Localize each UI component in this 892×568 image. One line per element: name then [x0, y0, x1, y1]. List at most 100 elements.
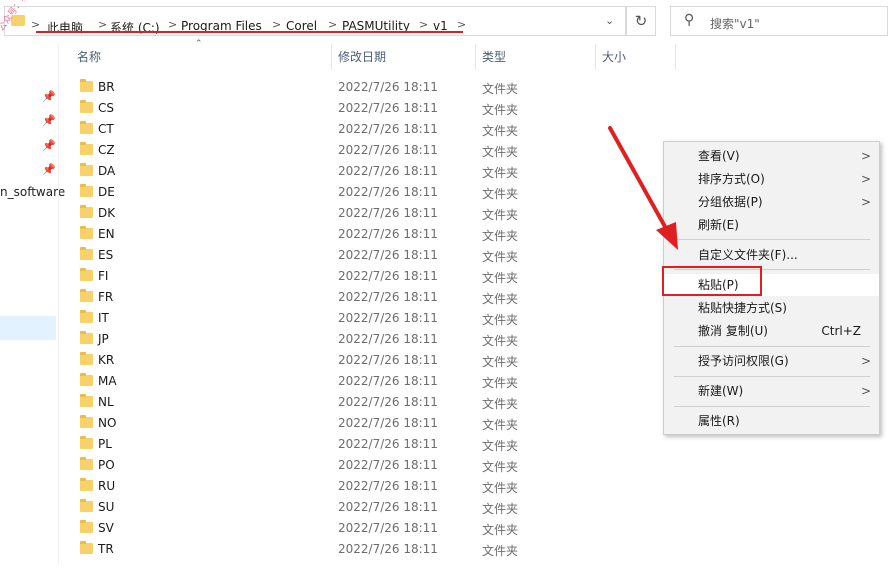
file-row[interactable]: NL 2022/7/26 18:11 文件夹 — [60, 392, 620, 413]
file-row[interactable]: CT 2022/7/26 18:11 文件夹 — [60, 119, 620, 140]
file-name: FR — [98, 290, 114, 304]
breadcrumb-system-c[interactable]: 系统 (C:) — [110, 19, 160, 36]
folder-icon — [80, 79, 93, 92]
file-date: 2022/7/26 18:11 — [338, 521, 438, 535]
menu-item-view[interactable]: 查看(V) > — [664, 145, 879, 167]
file-date: 2022/7/26 18:11 — [338, 101, 438, 115]
menu-item-sort-by[interactable]: 排序方式(O) > — [664, 168, 879, 190]
folder-icon — [80, 394, 93, 407]
file-row[interactable]: IT 2022/7/26 18:11 文件夹 — [60, 308, 620, 329]
menu-item-new[interactable]: 新建(W) > — [664, 380, 879, 402]
chevron-right-icon[interactable]: > — [328, 18, 337, 31]
file-name: SU — [98, 500, 115, 514]
file-row[interactable]: DA 2022/7/26 18:11 文件夹 — [60, 161, 620, 182]
file-row[interactable]: PO 2022/7/26 18:11 文件夹 — [60, 455, 620, 476]
column-header-size[interactable]: 大小 — [602, 44, 626, 70]
menu-item-refresh[interactable]: 刷新(E) — [664, 214, 879, 236]
file-row[interactable]: KR 2022/7/26 18:11 文件夹 — [60, 350, 620, 371]
menu-item-give-access[interactable]: 授予访问权限(G) > — [664, 350, 879, 372]
file-date: 2022/7/26 18:11 — [338, 542, 438, 556]
pin-icon: 📌 — [42, 163, 56, 176]
chevron-right-icon[interactable]: > — [457, 18, 466, 31]
file-date: 2022/7/26 18:11 — [338, 332, 438, 346]
folder-icon — [80, 436, 93, 449]
history-dropdown-icon[interactable]: ⌄ — [605, 14, 614, 27]
column-header-name[interactable]: 名称 — [77, 44, 101, 70]
column-divider[interactable] — [331, 44, 332, 70]
file-row[interactable]: CZ 2022/7/26 18:11 文件夹 — [60, 140, 620, 161]
file-row[interactable]: NO 2022/7/26 18:11 文件夹 — [60, 413, 620, 434]
file-date: 2022/7/26 18:11 — [338, 143, 438, 157]
chevron-right-icon: > — [860, 172, 871, 186]
file-type: 文件夹 — [482, 355, 519, 369]
file-row[interactable]: DK 2022/7/26 18:11 文件夹 — [60, 203, 620, 224]
breadcrumb-this-pc[interactable]: 此电脑 — [47, 19, 83, 36]
refresh-button[interactable]: ↻ — [626, 6, 656, 36]
menu-item-properties[interactable]: 属性(R) — [664, 410, 879, 432]
folder-icon — [80, 352, 93, 365]
chevron-right-icon[interactable]: > — [272, 18, 281, 31]
folder-icon — [80, 268, 93, 281]
file-date: 2022/7/26 18:11 — [338, 164, 438, 178]
file-type: 文件夹 — [482, 481, 519, 495]
file-name: NO — [98, 416, 117, 430]
menu-item-undo-copy[interactable]: 撤消 复制(U) Ctrl+Z — [664, 320, 879, 342]
file-date: 2022/7/26 18:11 — [338, 437, 438, 451]
column-header-type[interactable]: 类型 — [482, 44, 506, 70]
file-row[interactable]: RU 2022/7/26 18:11 文件夹 — [60, 476, 620, 497]
file-name: PL — [98, 437, 112, 451]
file-type: 文件夹 — [482, 460, 519, 474]
file-type: 文件夹 — [482, 334, 519, 348]
file-name: DE — [98, 185, 115, 199]
chevron-right-icon[interactable]: > — [419, 18, 428, 31]
file-row[interactable]: BR 2022/7/26 18:11 文件夹 — [60, 77, 620, 98]
file-name: CT — [98, 122, 114, 136]
menu-item-customize-folder[interactable]: 自定义文件夹(F)... — [664, 244, 879, 266]
chevron-right-icon[interactable]: > — [168, 18, 177, 31]
file-name: JP — [98, 332, 109, 346]
file-name: EN — [98, 227, 115, 241]
column-header-date[interactable]: 修改日期 — [338, 44, 386, 70]
search-box[interactable]: ⚲ 搜索"v1" — [670, 6, 888, 36]
file-date: 2022/7/26 18:11 — [338, 374, 438, 388]
annotation-underline — [36, 31, 463, 33]
file-name: CS — [98, 101, 114, 115]
annotation-highlight-box — [662, 266, 762, 296]
file-name: SV — [98, 521, 114, 535]
file-row[interactable]: MA 2022/7/26 18:11 文件夹 — [60, 371, 620, 392]
file-date: 2022/7/26 18:11 — [338, 416, 438, 430]
file-row[interactable]: FI 2022/7/26 18:11 文件夹 — [60, 266, 620, 287]
column-divider[interactable] — [595, 44, 596, 70]
menu-item-paste-shortcut[interactable]: 粘贴快捷方式(S) — [664, 297, 879, 319]
file-date: 2022/7/26 18:11 — [338, 269, 438, 283]
file-date: 2022/7/26 18:11 — [338, 206, 438, 220]
file-name: ES — [98, 248, 114, 262]
column-divider[interactable] — [675, 44, 676, 70]
folder-icon — [80, 289, 93, 302]
nav-item-selected[interactable] — [0, 316, 56, 340]
menu-separator — [674, 406, 870, 407]
file-row[interactable]: DE 2022/7/26 18:11 文件夹 — [60, 182, 620, 203]
nav-item-partial[interactable]: n_software — [0, 185, 65, 199]
file-row[interactable]: SU 2022/7/26 18:11 文件夹 — [60, 497, 620, 518]
folder-icon — [80, 457, 93, 470]
folder-icon — [80, 142, 93, 155]
file-type: 文件夹 — [482, 250, 519, 264]
file-name: TR — [98, 542, 114, 556]
file-row[interactable]: EN 2022/7/26 18:11 文件夹 — [60, 224, 620, 245]
file-row[interactable]: TR 2022/7/26 18:11 文件夹 — [60, 539, 620, 560]
file-row[interactable]: JP 2022/7/26 18:11 文件夹 — [60, 329, 620, 350]
file-date: 2022/7/26 18:11 — [338, 500, 438, 514]
file-type: 文件夹 — [482, 229, 519, 243]
file-row[interactable]: SV 2022/7/26 18:11 文件夹 — [60, 518, 620, 539]
file-row[interactable]: FR 2022/7/26 18:11 文件夹 — [60, 287, 620, 308]
folder-icon — [80, 184, 93, 197]
chevron-right-icon[interactable]: > — [98, 18, 107, 31]
file-row[interactable]: CS 2022/7/26 18:11 文件夹 — [60, 98, 620, 119]
column-divider[interactable] — [475, 44, 476, 70]
file-name: DK — [98, 206, 116, 220]
chevron-right-icon: > — [31, 18, 41, 31]
menu-item-group-by[interactable]: 分组依据(P) > — [664, 191, 879, 213]
file-row[interactable]: PL 2022/7/26 18:11 文件夹 — [60, 434, 620, 455]
file-row[interactable]: ES 2022/7/26 18:11 文件夹 — [60, 245, 620, 266]
